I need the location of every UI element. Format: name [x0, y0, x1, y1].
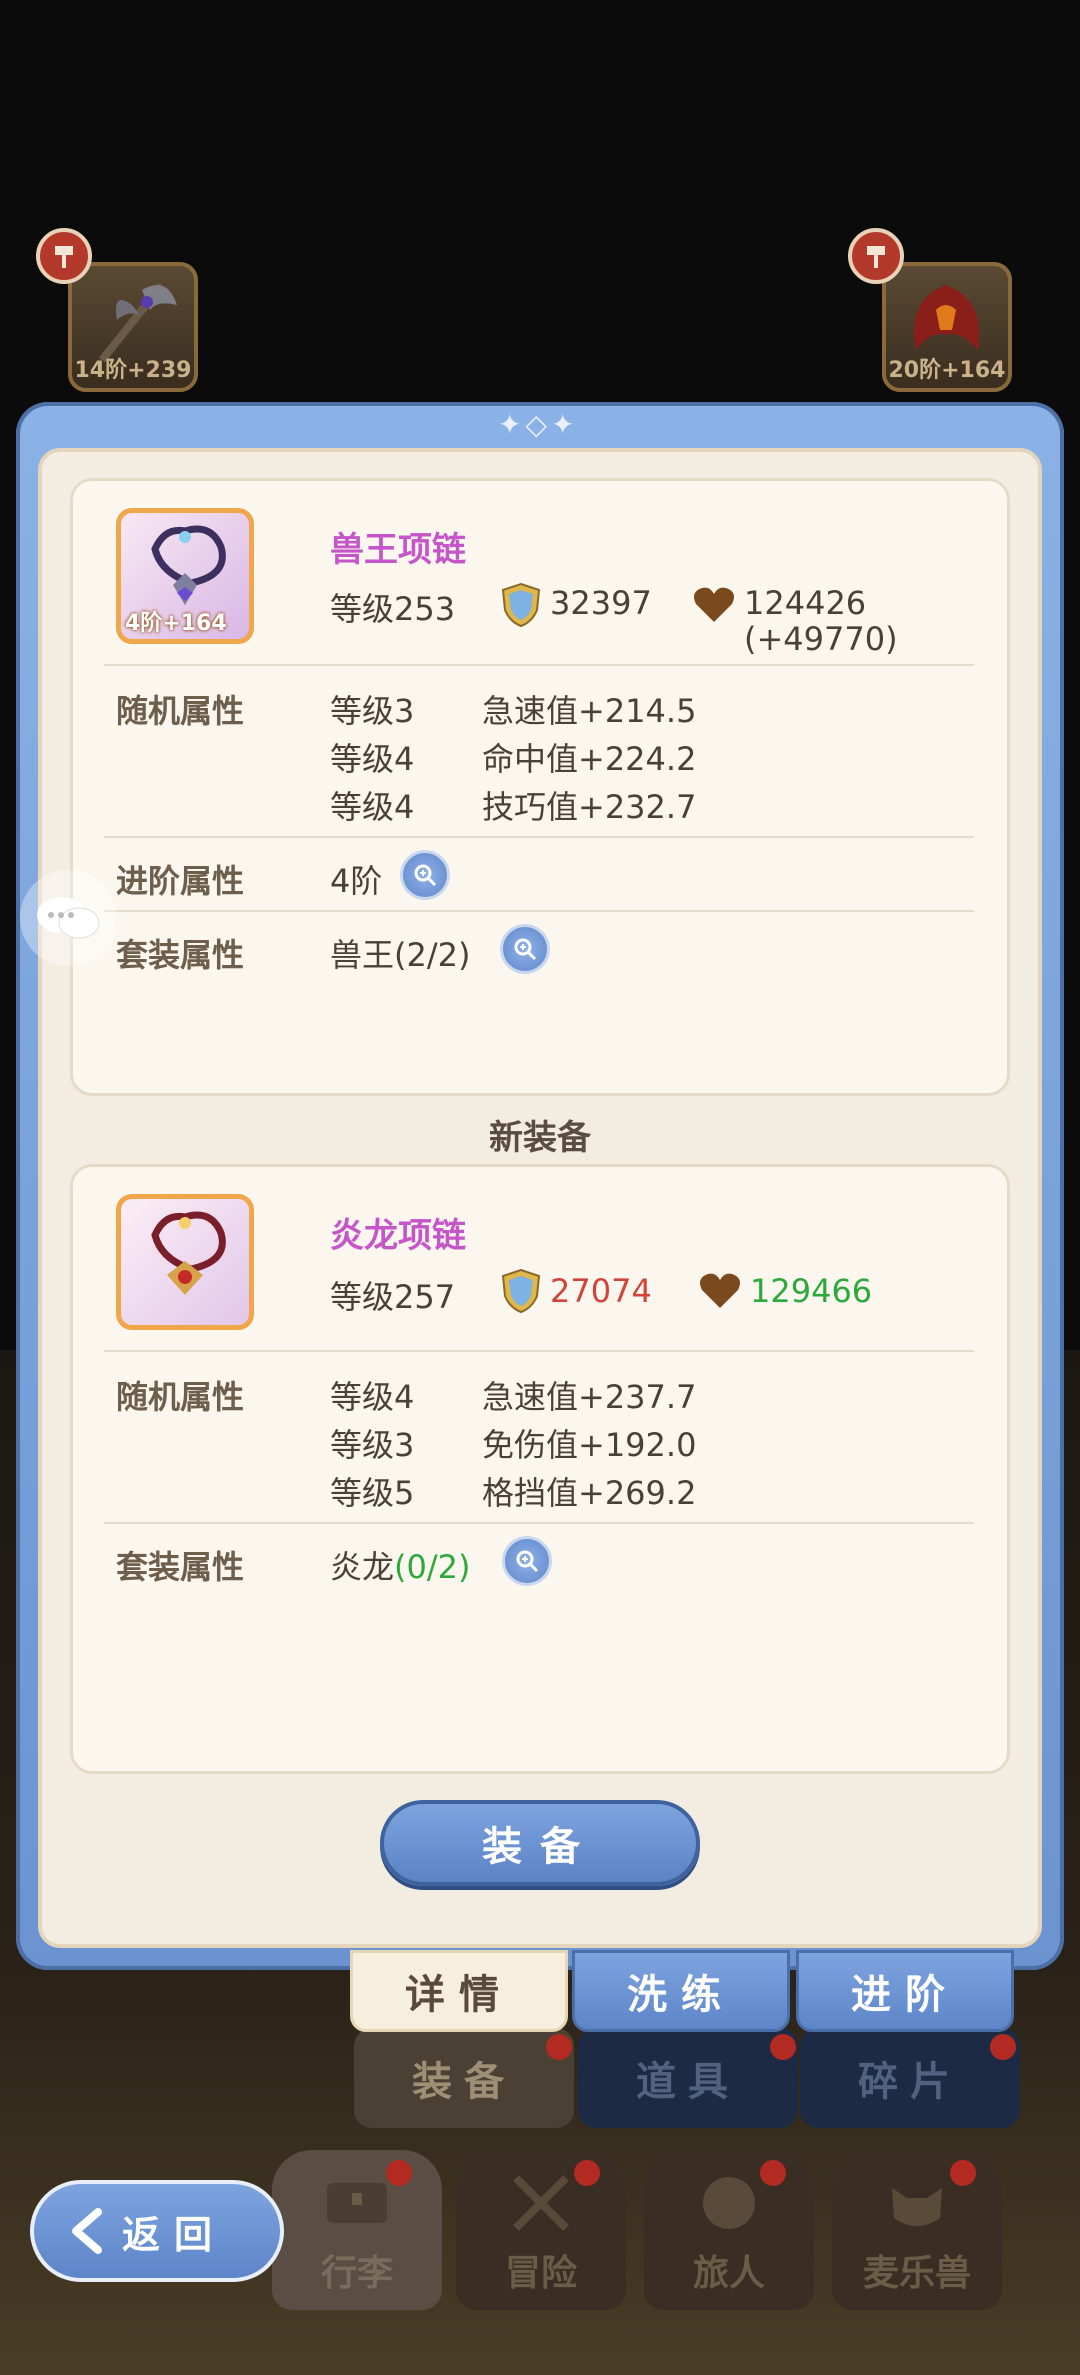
random-attr-level: 等级3 [330, 692, 415, 730]
notification-dot [990, 2034, 1016, 2060]
random-attr-level: 等级3 [330, 1426, 415, 1464]
current-item-name: 兽王项链 [330, 530, 466, 570]
hammer-icon[interactable] [36, 228, 92, 284]
random-attributes-label: 随机属性 [116, 692, 245, 730]
advance-value: 4阶 [330, 862, 383, 900]
back-button[interactable]: 返回 [30, 2180, 284, 2282]
advance-attributes-label: 进阶属性 [116, 862, 245, 900]
set-attributes-label: 套装属性 [116, 1548, 245, 1586]
current-item-level: 等级253 [330, 590, 456, 628]
zoom-icon[interactable] [502, 1536, 552, 1586]
nav-pets[interactable]: 麦乐兽 [832, 2150, 1002, 2310]
tab-details-label: 详情 [405, 1972, 513, 2018]
sub-tab-fragments[interactable]: 碎片 [800, 2028, 1020, 2128]
zoom-icon[interactable] [400, 850, 450, 900]
notification-dot [770, 2034, 796, 2060]
random-attr-stat: 命中值+224.2 [482, 740, 697, 778]
sub-tab-equipment-label: 装备 [412, 2059, 516, 2105]
necklace-icon [151, 1211, 226, 1295]
back-button-label: 返回 [122, 2212, 227, 2257]
random-attr-stat: 急速值+237.7 [482, 1378, 697, 1416]
hammer-icon[interactable] [848, 228, 904, 284]
back-arrow-icon [72, 2208, 102, 2254]
new-item-level: 等级257 [330, 1278, 456, 1316]
current-item-defense: 32397 [550, 584, 652, 622]
random-attr-stat: 免伤值+192.0 [482, 1426, 697, 1464]
sub-tab-items[interactable]: 道具 [578, 2028, 798, 2128]
random-attr-stat: 格挡值+269.2 [482, 1474, 697, 1512]
equip-button[interactable]: 装备 [380, 1800, 700, 1886]
armor-slot-level: 20阶+164 [888, 358, 1006, 383]
nav-adventure[interactable]: 冒险 [456, 2150, 626, 2310]
notification-dot [546, 2034, 572, 2060]
tab-advance[interactable]: 进阶 [796, 1950, 1014, 2032]
divider [104, 836, 974, 838]
weapon-slot-level: 14阶+239 [74, 358, 192, 383]
nav-travelers[interactable]: 旅人 [644, 2150, 814, 2310]
random-attr-level: 等级4 [330, 740, 415, 778]
nav-pets-label: 麦乐兽 [862, 2253, 971, 2294]
new-equipment-header: 新装备 [489, 1118, 591, 1158]
notification-dot [760, 2160, 786, 2186]
crossed-swords-icon [513, 2175, 569, 2231]
set-value: 炎龙(0/2) [330, 1542, 470, 1588]
notification-dot [386, 2160, 412, 2186]
notification-dot [574, 2160, 600, 2186]
random-attr-level: 等级4 [330, 788, 415, 826]
equip-button-label: 装备 [482, 1824, 598, 1870]
chest-icon [327, 2183, 387, 2223]
sub-tab-equipment[interactable]: 装备 [354, 2028, 574, 2128]
shield-icon [501, 1268, 541, 1314]
new-item-name: 炎龙项链 [330, 1216, 466, 1256]
shield-icon [501, 582, 541, 628]
set-attributes-label: 套装属性 [116, 936, 245, 974]
random-attr-stat: 技巧值+232.7 [482, 788, 697, 826]
random-attr-stat: 急速值+214.5 [482, 692, 697, 730]
new-item-defense: 27074 [550, 1272, 652, 1310]
nav-adventure-label: 冒险 [504, 2253, 577, 2294]
chat-icon[interactable] [20, 870, 116, 966]
divider [104, 1350, 974, 1352]
current-item-hp: 124426 [744, 584, 867, 622]
random-attributes-label: 随机属性 [116, 1378, 245, 1416]
zoom-icon[interactable] [500, 924, 550, 974]
heart-icon [700, 1273, 740, 1308]
divider [104, 910, 974, 912]
random-attr-level: 等级5 [330, 1474, 415, 1512]
set-count: (0/2) [394, 1548, 471, 1586]
tab-advance-label: 进阶 [851, 1972, 959, 2018]
tab-details[interactable]: 详情 [350, 1950, 568, 2032]
current-item-icon[interactable]: 4阶+164 [116, 508, 254, 644]
nav-luggage[interactable]: 行李 [272, 2150, 442, 2310]
divider [104, 664, 974, 666]
sub-tab-items-label: 道具 [636, 2059, 740, 2105]
new-item-hp: 129466 [750, 1272, 873, 1310]
set-name: 炎龙 [330, 1548, 395, 1586]
armor-slot[interactable]: 20阶+164 [882, 262, 1012, 392]
tab-refine-label: 洗练 [627, 1972, 735, 2018]
sub-tab-fragments-label: 碎片 [858, 2059, 962, 2105]
current-item-hp-bonus: (+49770) [744, 620, 898, 658]
pet-icon [892, 2188, 942, 2226]
nav-luggage-label: 行李 [320, 2253, 393, 2294]
divider [104, 1522, 974, 1524]
new-item-icon[interactable] [116, 1194, 254, 1330]
current-item-tag: 4阶+164 [125, 611, 227, 636]
character-icon [703, 2177, 755, 2229]
panel-ornament: ✦◇✦ [498, 408, 579, 441]
random-attr-level: 等级4 [330, 1378, 415, 1416]
tab-refine[interactable]: 洗练 [572, 1950, 790, 2032]
weapon-slot[interactable]: 14阶+239 [68, 262, 198, 392]
notification-dot [950, 2160, 976, 2186]
nav-travelers-label: 旅人 [692, 2253, 765, 2294]
heart-icon [694, 587, 734, 622]
set-value: 兽王(2/2) [330, 936, 471, 974]
